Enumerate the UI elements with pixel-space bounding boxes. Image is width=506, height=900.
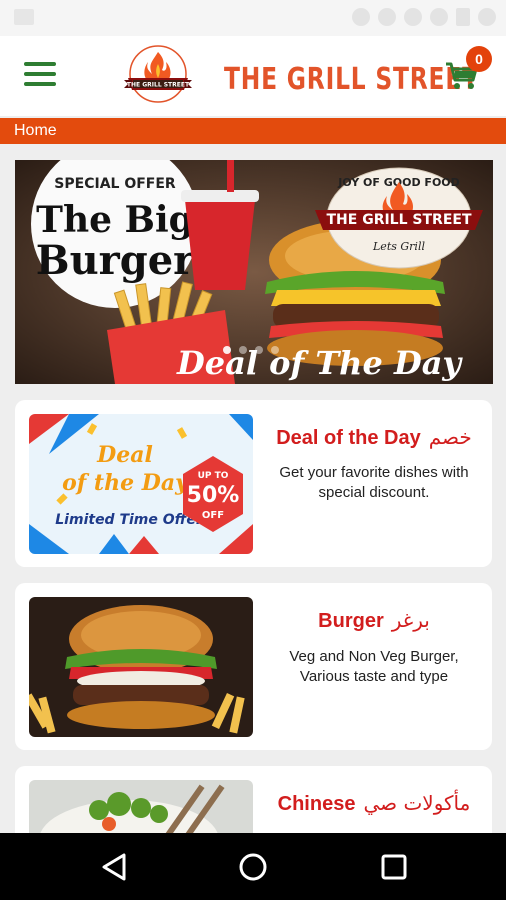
category-card-deal-of-the-day[interactable]: Deal of the Day Limited Time Offer UP TO… (15, 400, 492, 567)
carousel-dot[interactable] (255, 346, 263, 354)
banner-caption: Deal of The Day (176, 344, 463, 382)
banner-headline-1: The Big (36, 199, 194, 241)
card-title-ar: خصم (428, 425, 472, 449)
card-title: Deal of the Day خصم (261, 425, 487, 450)
system-navigation-bar (0, 833, 506, 900)
banner-headline-2: Burger (36, 237, 195, 284)
card-title-en: Chinese (277, 793, 356, 815)
svg-text:THE GRILL STREET: THE GRILL STREET (127, 82, 190, 89)
deal-badge-line-3: OFF (202, 510, 224, 521)
do-not-disturb-icon (378, 8, 396, 26)
banner-offer-text: SPECIAL OFFER (54, 176, 176, 192)
banner-logo-name: THE GRILL STREET (327, 212, 472, 228)
brand-title: THE GRILL STREET (224, 62, 479, 97)
back-icon[interactable] (98, 851, 130, 883)
deal-of-the-day-image: Deal of the Day Limited Time Offer UP TO… (29, 414, 253, 554)
recents-icon[interactable] (378, 851, 410, 883)
card-title-ar: مأكولات صي (363, 791, 471, 815)
breadcrumb-bar: Home (0, 118, 506, 144)
breadcrumb[interactable]: Home (14, 122, 57, 140)
deal-image-text-1: Deal (96, 442, 153, 468)
banner-logo-sub: Lets Grill (372, 240, 425, 253)
signal-icon (430, 8, 448, 26)
status-misc-icon (478, 8, 496, 26)
status-bar (0, 0, 506, 36)
category-card-burger[interactable]: Burger برغر Veg and Non Veg Burger, Vario… (15, 583, 492, 750)
carousel-dot[interactable] (271, 346, 279, 354)
home-icon[interactable] (237, 851, 269, 883)
card-title-ar: برغر (391, 608, 430, 632)
deal-badge-line-1: UP TO (198, 471, 229, 481)
menu-icon[interactable] (24, 62, 56, 86)
carousel-dot-active[interactable] (223, 346, 231, 354)
card-description: Get your favorite dishes with special di… (279, 464, 469, 501)
deal-image-text-3: Limited Time Offer (55, 512, 204, 528)
battery-icon (456, 8, 470, 26)
card-title: Chinese مأكولات صي (261, 791, 487, 816)
card-description: Veg and Non Veg Burger, Various taste an… (289, 648, 459, 685)
wifi-icon (404, 8, 422, 26)
card-title-en: Burger (318, 610, 384, 632)
deal-badge-line-2: 50% (187, 483, 240, 508)
grill-street-logo: THE GRILL STREET (124, 45, 192, 103)
cart-count-badge: 0 (466, 46, 492, 72)
carousel-dot[interactable] (239, 346, 247, 354)
deal-image-text-2: of the Day (62, 470, 190, 496)
app-bar: THE GRILL STREET THE GRILL STREET 0 (0, 36, 506, 116)
burger-image (29, 597, 253, 737)
data-saver-icon (352, 8, 370, 26)
notification-icon (14, 9, 34, 25)
card-title: Burger برغر (261, 608, 487, 633)
card-title-en: Deal of the Day (276, 427, 421, 449)
promo-banner[interactable]: SPECIAL OFFER The Big Burger JOY OF GOOD… (15, 160, 493, 384)
